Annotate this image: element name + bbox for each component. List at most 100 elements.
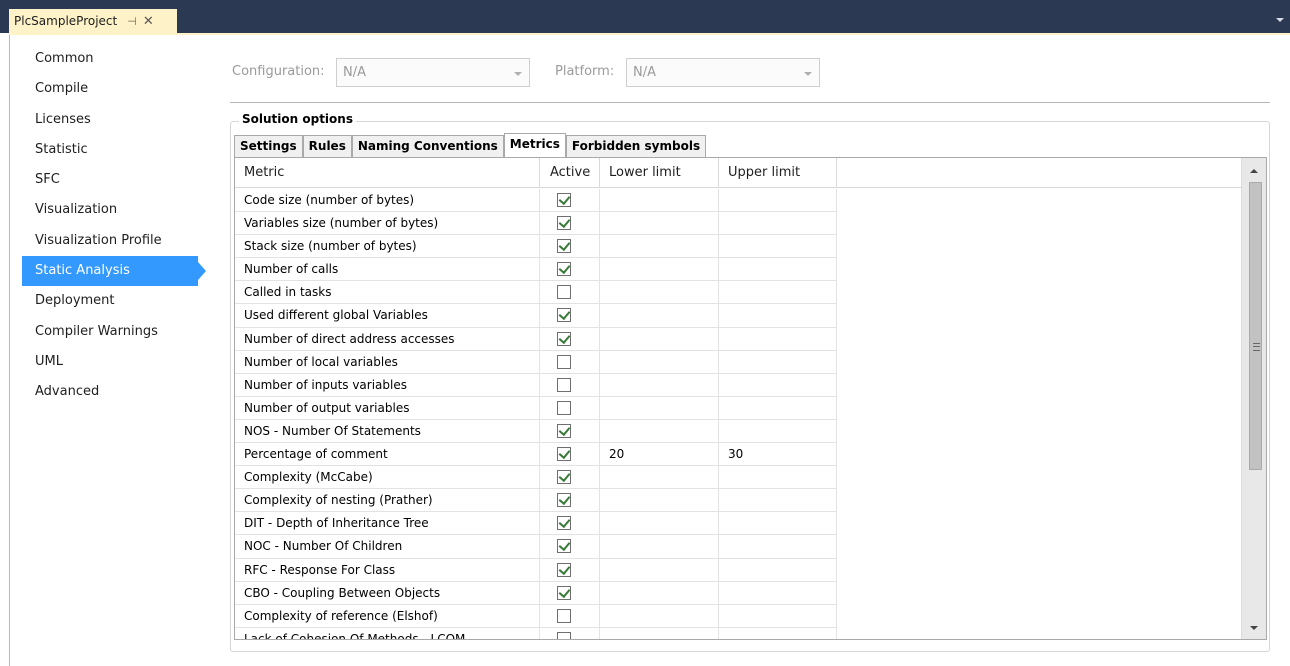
active-checkbox[interactable] [557,354,571,369]
table-row[interactable]: Number of direct address accesses [235,327,1242,351]
upper-limit-cell[interactable] [719,604,837,628]
active-checkbox-checked[interactable] [557,493,571,508]
upper-limit-cell[interactable] [719,581,837,605]
lower-limit-cell[interactable] [600,327,719,351]
table-row[interactable]: NOS - Number Of Statements [235,419,1242,444]
upper-limit-cell[interactable] [719,304,837,328]
nav-item-static-analysis[interactable]: Static Analysis [22,256,206,287]
upper-limit-cell[interactable] [719,558,837,582]
lower-limit-cell[interactable] [600,535,719,559]
tab-metrics[interactable]: Metrics [503,133,566,158]
lower-limit-cell[interactable] [600,373,719,397]
nav-item-statistic[interactable]: Statistic [22,135,214,165]
column-header-upper-limit[interactable]: Upper limit [719,158,837,188]
close-icon[interactable]: ✕ [143,14,154,29]
column-header-metric[interactable]: Metric [235,158,540,188]
column-header-active[interactable]: Active [540,158,600,188]
lower-limit-cell[interactable] [600,396,719,420]
active-checkbox[interactable] [557,400,571,415]
nav-item-sfc[interactable]: SFC [22,165,214,195]
configuration-select[interactable]: N/A [336,58,530,87]
arrow-up-icon[interactable] [1250,169,1258,173]
upper-limit-cell[interactable] [719,258,837,282]
upper-limit-cell[interactable] [719,512,837,536]
platform-select[interactable]: N/A [626,58,820,87]
nav-item-compiler-warnings[interactable]: Compiler Warnings [22,317,214,347]
active-checkbox[interactable] [557,631,571,639]
table-row[interactable]: Variables size (number of bytes) [235,212,1242,236]
upper-limit-cell[interactable] [719,281,837,305]
upper-limit-cell[interactable] [719,627,837,639]
active-checkbox-checked[interactable] [557,239,571,254]
document-tab[interactable]: PlcSampleProject ⊣ ✕ [9,9,177,33]
lower-limit-cell[interactable] [600,212,719,236]
table-row[interactable]: Number of local variables [235,350,1242,374]
active-checkbox[interactable] [557,285,571,300]
table-row[interactable]: Number of output variables [235,396,1242,420]
active-checkbox[interactable] [557,377,571,392]
active-checkbox-checked[interactable] [557,308,571,323]
nav-item-licenses[interactable]: Licenses [22,105,214,135]
upper-limit-cell[interactable] [719,212,837,236]
lower-limit-cell[interactable]: 20 [600,443,719,467]
upper-limit-cell[interactable] [719,466,837,490]
upper-limit-cell[interactable] [719,373,837,397]
lower-limit-cell[interactable] [600,189,719,213]
chevron-down-icon[interactable] [1276,18,1284,22]
lower-limit-cell[interactable] [600,281,719,305]
upper-limit-cell[interactable] [719,535,837,559]
tab-naming-conventions[interactable]: Naming Conventions [351,135,504,157]
lower-limit-cell[interactable] [600,350,719,374]
table-row[interactable]: Number of calls [235,258,1242,282]
lower-limit-cell[interactable] [600,304,719,328]
upper-limit-cell[interactable] [719,489,837,513]
table-row[interactable]: Called in tasks [235,281,1242,305]
active-checkbox-checked[interactable] [557,585,571,600]
lower-limit-cell[interactable] [600,258,719,282]
active-checkbox-checked[interactable] [557,423,571,438]
upper-limit-cell[interactable] [719,235,837,259]
pin-icon[interactable]: ⊣ [127,15,137,28]
table-row[interactable]: Stack size (number of bytes) [235,235,1242,259]
active-checkbox-checked[interactable] [557,539,571,554]
lower-limit-cell[interactable] [600,627,719,639]
lower-limit-cell[interactable] [600,604,719,628]
table-row[interactable]: CBO - Coupling Between Objects [235,581,1242,605]
active-checkbox-checked[interactable] [557,562,571,577]
nav-item-compile[interactable]: Compile [22,74,214,104]
lower-limit-cell[interactable] [600,581,719,605]
tab-rules[interactable]: Rules [302,135,352,157]
upper-limit-cell[interactable]: 30 [719,443,837,467]
table-row[interactable]: Code size (number of bytes) [235,189,1242,213]
active-checkbox-checked[interactable] [557,262,571,277]
table-row[interactable]: Percentage of comment 20 30 [235,443,1242,467]
nav-item-visualization-profile[interactable]: Visualization Profile [22,226,214,256]
table-row[interactable]: Used different global Variables [235,304,1242,328]
active-checkbox[interactable] [557,608,571,623]
upper-limit-cell[interactable] [719,396,837,420]
tab-settings[interactable]: Settings [234,135,303,157]
nav-item-visualization[interactable]: Visualization [22,195,214,225]
active-checkbox-checked[interactable] [557,516,571,531]
active-checkbox-checked[interactable] [557,470,571,485]
upper-limit-cell[interactable] [719,327,837,351]
scrollbar-thumb[interactable] [1249,182,1262,470]
lower-limit-cell[interactable] [600,466,719,490]
nav-item-advanced[interactable]: Advanced [22,377,214,407]
table-row[interactable]: Lack of Cohesion Of Methods - LCOM [235,627,1242,639]
arrow-down-icon[interactable] [1250,626,1258,630]
upper-limit-cell[interactable] [719,350,837,374]
upper-limit-cell[interactable] [719,419,837,444]
active-checkbox-checked[interactable] [557,447,571,462]
active-checkbox-checked[interactable] [557,216,571,231]
tab-forbidden-symbols[interactable]: Forbidden symbols [565,135,707,157]
table-row[interactable]: Complexity of nesting (Prather) [235,489,1242,513]
table-row[interactable]: Number of inputs variables [235,373,1242,397]
lower-limit-cell[interactable] [600,512,719,536]
lower-limit-cell[interactable] [600,235,719,259]
lower-limit-cell[interactable] [600,419,719,444]
nav-item-deployment[interactable]: Deployment [22,286,214,316]
upper-limit-cell[interactable] [719,189,837,213]
lower-limit-cell[interactable] [600,558,719,582]
vertical-scrollbar[interactable] [1241,158,1266,639]
